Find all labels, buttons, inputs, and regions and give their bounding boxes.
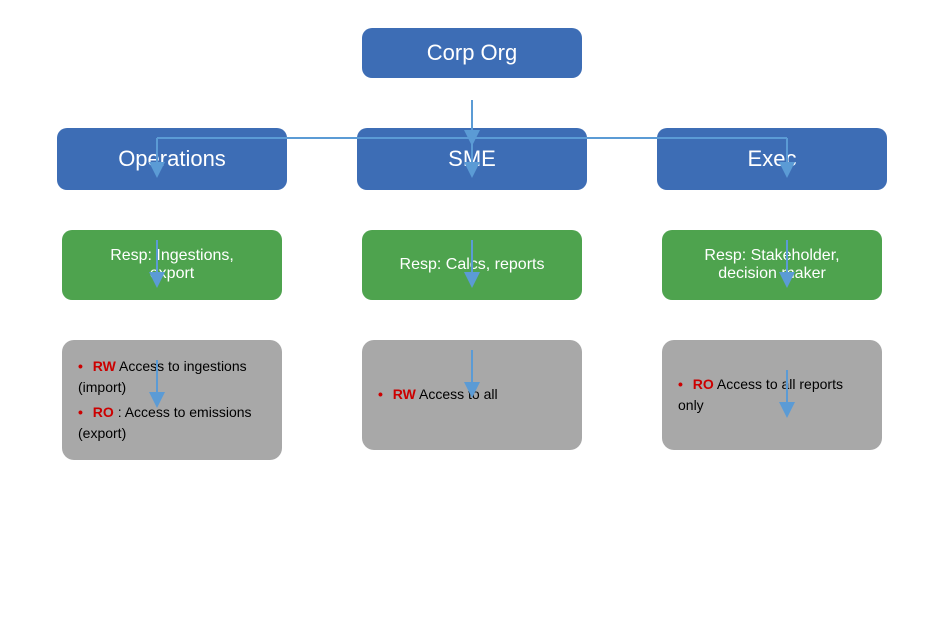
operations-gray-box: RW Access to ingestions (import) RO : Ac…	[62, 340, 282, 460]
operations-rw-label: RW	[93, 358, 116, 374]
sme-access-list: RW Access to all	[378, 382, 498, 407]
exec-label: Exec	[748, 146, 797, 172]
sme-label: SME	[448, 146, 496, 172]
exec-blue-box: Exec	[657, 128, 887, 190]
sme-green-label: Resp: Calcs, reports	[400, 256, 545, 274]
org-chart-diagram: Corp Org Operations Resp: Ingestions,exp…	[22, 18, 922, 608]
operations-green-label: Resp: Ingestions,export	[110, 247, 234, 283]
col-exec: Exec Resp: Stakeholder,decision maker RO…	[637, 128, 907, 460]
sme-access-item-1: RW Access to all	[378, 382, 498, 407]
operations-access-list: RW Access to ingestions (import) RO : Ac…	[78, 354, 266, 446]
sme-blue-box: SME	[357, 128, 587, 190]
sme-rw-label: RW	[393, 386, 416, 402]
exec-green-box: Resp: Stakeholder,decision maker	[662, 230, 882, 300]
root-label: Corp Org	[427, 40, 517, 65]
operations-access-item-1: RW Access to ingestions (import)	[78, 354, 266, 400]
operations-ro-label: RO	[93, 404, 114, 420]
operations-green-box: Resp: Ingestions,export	[62, 230, 282, 300]
operations-label: Operations	[118, 146, 226, 172]
col-operations: Operations Resp: Ingestions,export RW Ac…	[37, 128, 307, 460]
sme-gray-box: RW Access to all	[362, 340, 582, 450]
root-node: Corp Org	[362, 28, 582, 78]
operations-access-item-2: RO : Access to emissions (export)	[78, 400, 266, 446]
operations-blue-box: Operations	[57, 128, 287, 190]
exec-green-label: Resp: Stakeholder,decision maker	[704, 247, 839, 283]
sme-green-box: Resp: Calcs, reports	[362, 230, 582, 300]
exec-gray-box: RO Access to all reports only	[662, 340, 882, 450]
exec-access-item-1: RO Access to all reports only	[678, 372, 866, 418]
sme-rw-text: Access to all	[419, 386, 498, 402]
col-sme: SME Resp: Calcs, reports RW Access to al…	[337, 128, 607, 460]
exec-access-list: RO Access to all reports only	[678, 372, 866, 418]
exec-ro-label: RO	[693, 376, 714, 392]
